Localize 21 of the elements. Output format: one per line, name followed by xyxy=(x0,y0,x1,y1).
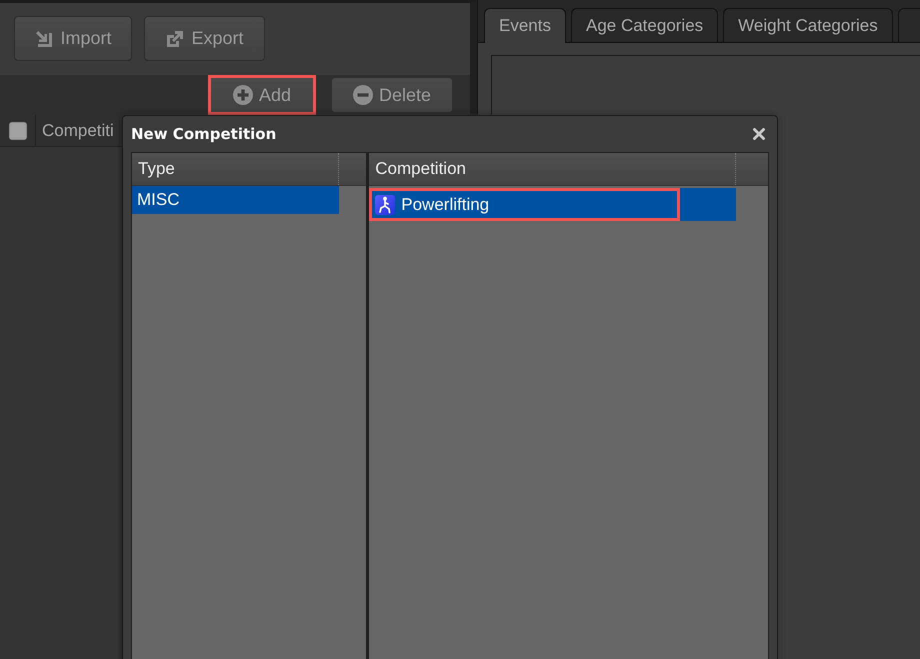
minus-circle-icon xyxy=(352,85,373,105)
tab[interactable]: Weight Categories xyxy=(723,8,893,42)
export-button[interactable]: Export xyxy=(144,16,265,61)
running-person-icon xyxy=(375,194,396,214)
import-button[interactable]: Import xyxy=(14,16,132,61)
dialog-title: New Competition xyxy=(131,125,276,143)
arrow-into-tray-icon xyxy=(34,28,54,48)
tab[interactable]: Age Categories xyxy=(570,8,718,42)
arrow-out-of-box-icon xyxy=(165,28,186,48)
list-item[interactable]: Powerlifting xyxy=(369,188,736,221)
plus-circle-icon xyxy=(232,85,253,105)
close-icon[interactable] xyxy=(753,128,765,140)
tab[interactable]: Events xyxy=(484,8,566,43)
add-button[interactable]: Add xyxy=(211,78,313,112)
delete-button[interactable]: Delete xyxy=(332,78,452,112)
item-label: Powerlifting xyxy=(401,194,490,214)
column-header[interactable]: Competiti xyxy=(42,120,114,140)
column-header[interactable]: Type xyxy=(132,153,339,185)
checkbox[interactable] xyxy=(8,122,26,140)
list-item[interactable]: MISC xyxy=(132,186,339,214)
column-header[interactable]: Competition xyxy=(369,153,736,185)
